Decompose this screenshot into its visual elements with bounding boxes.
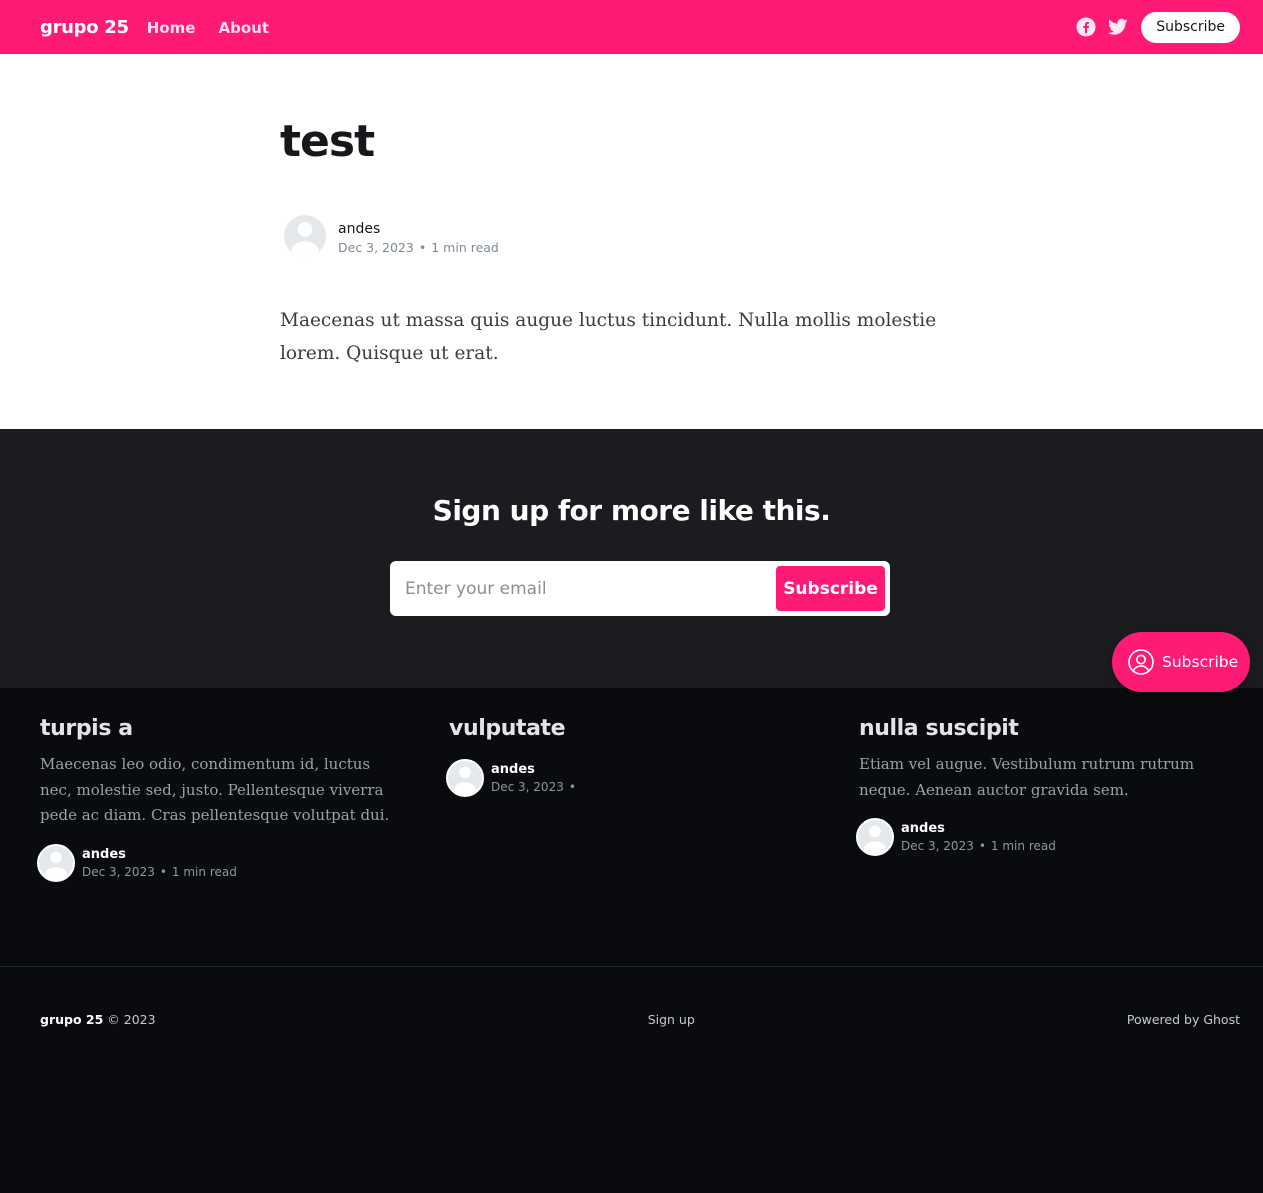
meta-separator: •: [568, 780, 576, 794]
post-card-author[interactable]: andes: [901, 821, 1056, 836]
portal-label: Subscribe: [1162, 653, 1239, 671]
meta-separator: •: [159, 864, 167, 879]
post-card-byline-text: andes Dec 3, 2023 • 1 min read: [901, 821, 1056, 853]
post-card-byline-text: andes Dec 3, 2023 •: [491, 762, 581, 794]
post-card-excerpt: Maecenas leo odio, condimentum id, luctu…: [40, 755, 390, 824]
post-card-date: Dec 3, 2023: [82, 864, 155, 879]
header-subscribe-button[interactable]: Subscribe: [1141, 11, 1240, 43]
header-actions: Subscribe: [1075, 11, 1240, 43]
post-card[interactable]: turpis a Maecenas leo odio, condimentum …: [37, 716, 405, 882]
footer-year: © 2023: [107, 1012, 156, 1027]
author-avatar[interactable]: [282, 213, 328, 259]
footer-divider: [0, 966, 1263, 967]
article-meta: Dec 3, 2023 • 1 min read: [338, 240, 499, 255]
post-card-reading-time: 1 min read: [990, 839, 1056, 853]
article-date: Dec 3, 2023: [338, 239, 414, 255]
post-card-date: Dec 3, 2023: [491, 780, 564, 794]
facebook-icon[interactable]: [1075, 16, 1097, 38]
site-header: grupo 25 Home About Subscribe: [0, 0, 1263, 54]
reading-time: 1 min read: [431, 239, 499, 255]
post-card-meta: Dec 3, 2023 • 1 min read: [901, 839, 1056, 853]
post-card-author[interactable]: andes: [491, 762, 581, 777]
post-card-title[interactable]: nulla suscipit: [859, 716, 1224, 741]
footer-signup-link[interactable]: Sign up: [648, 1012, 695, 1027]
post-card-meta: Dec 3, 2023 • 1 min read: [82, 865, 237, 879]
main-nav: Home About: [147, 18, 287, 37]
portal-subscribe-button[interactable]: Subscribe: [1112, 632, 1250, 692]
footer-site-title[interactable]: grupo 25: [40, 1012, 103, 1027]
post-card-byline-text: andes Dec 3, 2023 • 1 min read: [82, 847, 237, 879]
site-footer: grupo 25 © 2023 Sign up Powered by Ghost: [40, 1012, 1240, 1027]
byline-text: andes Dec 3, 2023 • 1 min read: [338, 218, 499, 255]
post-card-date: Dec 3, 2023: [901, 839, 974, 853]
article-byline: andes Dec 3, 2023 • 1 min read: [282, 213, 499, 259]
post-card[interactable]: nulla suscipit Etiam vel augue. Vestibul…: [856, 716, 1224, 856]
article-title: test: [280, 116, 375, 167]
signup-heading: Sign up for more like this.: [432, 494, 831, 527]
post-card-title[interactable]: turpis a: [40, 716, 405, 741]
user-circle-icon: [1128, 649, 1154, 675]
article: test andes Dec 3, 2023 • 1 min read Maecen…: [0, 54, 1263, 429]
twitter-icon[interactable]: [1107, 16, 1129, 38]
post-card-title[interactable]: vulputate: [449, 716, 814, 741]
post-card-byline: andes Dec 3, 2023 •: [446, 759, 814, 797]
author-avatar[interactable]: [446, 759, 484, 797]
post-card-author[interactable]: andes: [82, 847, 237, 862]
meta-separator: •: [978, 839, 986, 853]
author-avatar[interactable]: [856, 818, 894, 856]
email-input[interactable]: [405, 578, 776, 599]
post-card[interactable]: vulputate andes Dec 3, 2023 •: [446, 716, 814, 797]
footer-powered-by[interactable]: Powered by Ghost: [1127, 1012, 1240, 1027]
footer-copyright: grupo 25 © 2023: [40, 1012, 156, 1027]
author-name-link[interactable]: andes: [338, 221, 380, 237]
post-card-meta: Dec 3, 2023 •: [491, 780, 581, 794]
post-card-reading-time: 1 min read: [171, 864, 237, 879]
meta-separator: •: [418, 239, 427, 255]
post-card-byline: andes Dec 3, 2023 • 1 min read: [37, 843, 405, 882]
post-card-byline: andes Dec 3, 2023 • 1 min read: [856, 818, 1224, 856]
site-logo[interactable]: grupo 25: [40, 17, 129, 38]
nav-about[interactable]: About: [219, 19, 270, 37]
related-posts: turpis a Maecenas leo odio, condimentum …: [0, 688, 1263, 966]
signup-section: Sign up for more like this. Subscribe: [0, 429, 1263, 688]
signup-form: Subscribe: [390, 561, 890, 616]
author-avatar[interactable]: [37, 843, 75, 882]
article-content: Maecenas ut massa quis augue luctus tinc…: [280, 310, 937, 364]
signup-subscribe-button[interactable]: Subscribe: [776, 566, 885, 611]
post-card-excerpt: Etiam vel augue. Vestibulum rutrum rutru…: [859, 755, 1195, 799]
nav-home[interactable]: Home: [147, 19, 196, 37]
